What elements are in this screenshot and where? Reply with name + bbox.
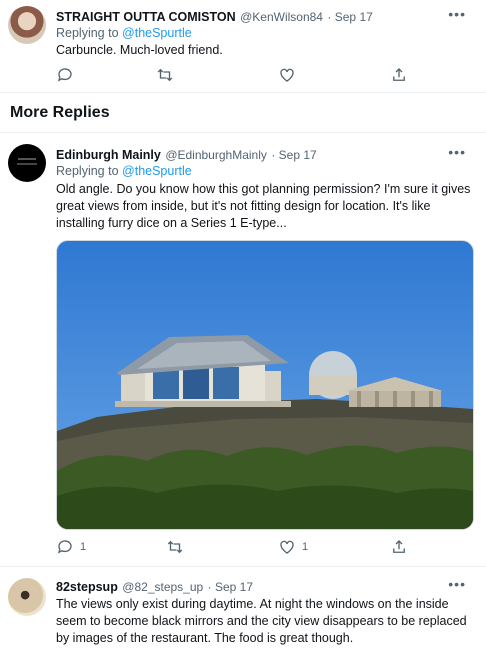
author-handle[interactable]: @KenWilson84 bbox=[240, 10, 323, 24]
tweet-text-line: Old angle. Do you know how this got plan… bbox=[56, 182, 471, 196]
tweet-text-line: The views only exist during daytime. At … bbox=[56, 597, 449, 611]
author-name[interactable]: STRAIGHT OUTTA COMISTON bbox=[56, 10, 236, 24]
tweet-text: Carbuncle. Much-loved friend. bbox=[56, 43, 223, 57]
tweet-text-line: seem to become black mirrors and the cit… bbox=[56, 614, 467, 628]
like-icon[interactable] bbox=[278, 538, 296, 556]
tweet-date[interactable]: · Sep 17 bbox=[271, 148, 316, 162]
share-icon[interactable] bbox=[390, 66, 408, 84]
replying-handle-link[interactable]: @theSpurtle bbox=[122, 26, 192, 40]
like-count: 1 bbox=[302, 541, 309, 553]
reply-count: 1 bbox=[80, 541, 87, 553]
more-options-icon[interactable]: ••• bbox=[448, 576, 466, 592]
retweet-icon[interactable] bbox=[156, 66, 174, 84]
replying-to: Replying to @theSpurtle bbox=[56, 26, 192, 40]
tweet-header: 82stepsup @82_steps_up · Sep 17 bbox=[56, 578, 253, 596]
author-handle[interactable]: @82_steps_up bbox=[122, 580, 203, 594]
author-name[interactable]: 82stepsup bbox=[56, 580, 118, 594]
replying-handle-link[interactable]: @theSpurtle bbox=[122, 164, 192, 178]
more-options-icon[interactable]: ••• bbox=[448, 144, 466, 160]
reply-icon[interactable] bbox=[56, 66, 74, 84]
tweet-text-line: great views from inside, but it's not fi… bbox=[56, 199, 431, 213]
reply-icon[interactable] bbox=[56, 538, 74, 556]
tweet-text: The views only exist during daytime. At … bbox=[56, 596, 467, 647]
tweet-text-line: installing furry dice on a Series 1 E-ty… bbox=[56, 216, 287, 230]
avatar[interactable] bbox=[8, 578, 46, 616]
section-title: More Replies bbox=[10, 104, 110, 121]
more-options-icon[interactable]: ••• bbox=[448, 6, 466, 22]
share-icon[interactable] bbox=[390, 538, 408, 556]
avatar[interactable] bbox=[8, 144, 46, 182]
divider bbox=[0, 566, 486, 567]
divider bbox=[0, 132, 486, 133]
replying-to: Replying to @theSpurtle bbox=[56, 164, 192, 178]
tweet-header: STRAIGHT OUTTA COMISTON @KenWilson84 · S… bbox=[56, 8, 373, 26]
tweet-image[interactable] bbox=[56, 240, 474, 530]
retweet-icon[interactable] bbox=[166, 538, 184, 556]
tweet-date[interactable]: · Sep 17 bbox=[208, 580, 253, 594]
like-icon[interactable] bbox=[278, 66, 296, 84]
tweet-date[interactable]: · Sep 17 bbox=[327, 10, 372, 24]
tweet-text: Old angle. Do you know how this got plan… bbox=[56, 181, 470, 232]
tweet-text-line: by images of the restaurant. The food is… bbox=[56, 631, 354, 645]
tweet-header: Edinburgh Mainly @EdinburghMainly · Sep … bbox=[56, 146, 317, 164]
divider bbox=[0, 92, 486, 93]
replying-label: Replying to bbox=[56, 164, 119, 178]
author-name[interactable]: Edinburgh Mainly bbox=[56, 148, 161, 162]
avatar[interactable] bbox=[8, 6, 46, 44]
replying-label: Replying to bbox=[56, 26, 119, 40]
author-handle[interactable]: @EdinburghMainly bbox=[165, 148, 267, 162]
